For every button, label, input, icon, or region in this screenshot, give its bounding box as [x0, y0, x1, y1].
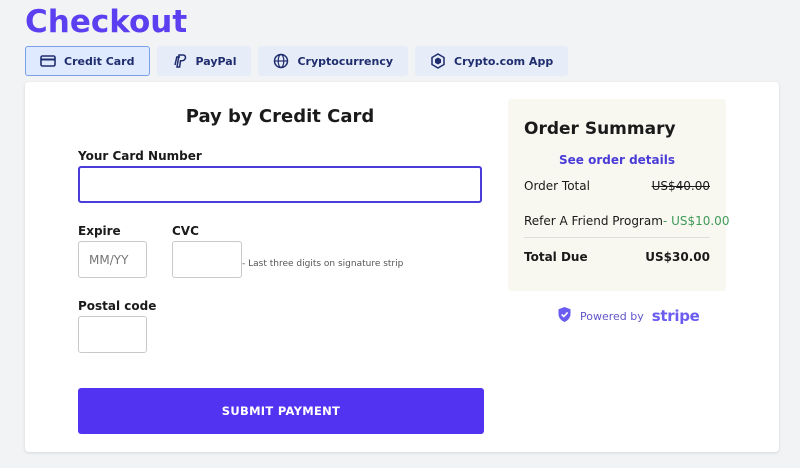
referral-row: Refer A Friend Program - US$10.00 — [524, 214, 729, 228]
card-number-label: Your Card Number — [78, 149, 202, 163]
powered-by-stripe: Powered by stripe — [557, 306, 700, 326]
powered-by-text: Powered by — [580, 309, 644, 323]
expire-label: Expire — [78, 224, 121, 238]
cvc-hint: - Last three digits on signature strip — [242, 259, 404, 269]
order-total-row: Order Total US$40.00 — [524, 179, 710, 193]
checkout-card: Pay by Credit Card Your Card Number Expi… — [25, 82, 779, 452]
tab-credit-card[interactable]: Credit Card — [25, 46, 150, 76]
postal-code-input[interactable] — [78, 316, 147, 353]
total-due-row: Total Due US$30.00 — [524, 250, 710, 264]
order-summary-title: Order Summary — [524, 119, 676, 139]
order-summary: Order Summary See order details Order To… — [508, 99, 729, 291]
globe-icon — [273, 53, 289, 69]
expire-input[interactable] — [78, 241, 147, 278]
referral-label: Refer A Friend Program — [524, 214, 663, 228]
submit-payment-button[interactable]: SUBMIT PAYMENT — [78, 388, 484, 434]
total-due-value: US$30.00 — [645, 250, 710, 264]
referral-value: - US$10.00 — [662, 214, 730, 228]
form-title: Pay by Credit Card — [185, 106, 375, 127]
paypal-icon — [172, 53, 188, 69]
order-total-value: US$40.00 — [651, 179, 710, 193]
cvc-label: CVC — [172, 224, 199, 238]
order-total-label: Order Total — [524, 179, 590, 193]
tab-cryptocurrency[interactable]: Cryptocurrency — [258, 46, 409, 76]
shield-check-icon — [557, 306, 572, 326]
cvc-input[interactable] — [172, 241, 242, 278]
stripe-logo: stripe — [651, 307, 700, 325]
see-order-details-link[interactable]: See order details — [508, 153, 726, 167]
card-number-input[interactable] — [78, 166, 482, 203]
summary-divider — [524, 237, 710, 238]
tab-label: Cryptocurrency — [297, 54, 394, 68]
page-title: Checkout — [25, 4, 188, 40]
total-due-label: Total Due — [524, 250, 588, 264]
credit-card-icon — [40, 55, 56, 67]
tab-crypto-com-app[interactable]: Crypto.com App — [415, 46, 569, 76]
payment-method-tabs: Credit Card PayPal Cryptocurrency Crypto… — [25, 46, 569, 76]
tab-label: Crypto.com App — [454, 54, 554, 68]
tab-paypal[interactable]: PayPal — [156, 46, 252, 76]
tab-label: Credit Card — [64, 54, 135, 68]
postal-code-label: Postal code — [78, 299, 157, 313]
crypto-com-icon — [430, 53, 446, 69]
tab-label: PayPal — [195, 54, 237, 68]
